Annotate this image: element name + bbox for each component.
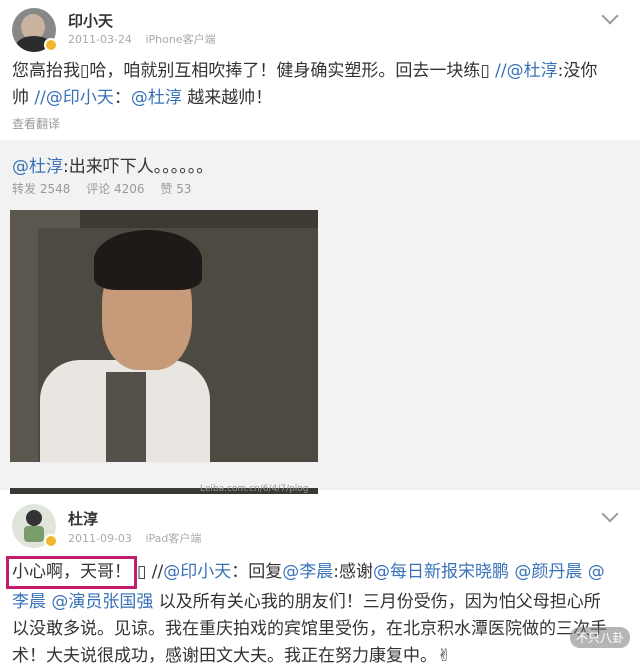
text-segment: :出来吓下人。。。。。。 [63, 157, 214, 177]
verified-badge-icon [44, 38, 58, 52]
post-client: iPhone客户端 [145, 33, 216, 46]
text-segment: ： [113, 88, 131, 108]
text-segment: 术！大夫说很成功，感谢田文大夫。我正在努力康复中。✌ [12, 646, 452, 666]
text-segment: 哈，咱就别互相吹捧了！健身确实塑形。回去一块练 [89, 61, 481, 81]
post-meta: 2011-09-03 iPad客户端 [68, 530, 211, 546]
repost-photo[interactable] [10, 210, 318, 462]
photo-watermark: Leiba.com.cn/6/4/7/plog [200, 484, 309, 494]
text-segment: // [146, 562, 164, 582]
text-segment: ：回复 [231, 562, 283, 582]
post-text: 小心啊，天哥！ ▯ //@印小天：回复@李晨:感谢@每日新报宋晓鹏 @颜丹晨 @ … [6, 556, 628, 666]
text-segment: 以没敢多说。见谅。我在重庆拍戏的宾馆里受伤，在北京积水潭医院做的三次手 [12, 619, 607, 639]
mention-link[interactable]: @演员张国强 [51, 592, 153, 612]
emoji-placeholder: ▯ [80, 61, 90, 81]
source-watermark: 不只八卦 [569, 627, 630, 648]
mention-link[interactable]: @每日新报宋晓鹏 [373, 562, 509, 582]
repost-stats: 转发 2548 评论 4206 赞 53 [12, 180, 203, 197]
text-segment: :没你 [557, 61, 598, 81]
post-date: 2011-03-24 [68, 33, 132, 46]
post-date: 2011-09-03 [68, 532, 132, 545]
photo-shirt [106, 372, 146, 462]
emoji-placeholder: ▯ [480, 61, 490, 81]
text-segment: 帅 [12, 88, 35, 108]
mention-link[interactable]: @杜淳 [12, 157, 63, 177]
post-meta: 2011-03-24 iPhone客户端 [68, 31, 226, 47]
chevron-down-icon[interactable] [601, 7, 619, 25]
verified-badge-icon [44, 534, 58, 548]
text-segment: 您高抬我 [12, 61, 80, 81]
mention-link[interactable]: //@杜淳 [495, 61, 557, 81]
photo-hair [94, 230, 202, 290]
post-client: iPad客户端 [145, 532, 202, 545]
repost-text: @杜淳:出来吓下人。。。。。。 [12, 152, 213, 177]
author-name[interactable]: 杜淳 [68, 508, 98, 529]
repost-card[interactable]: @杜淳:出来吓下人。。。。。。 转发 2548 评论 4206 赞 53 [0, 140, 640, 490]
mention-link[interactable]: @李晨 [282, 562, 333, 582]
comment-count[interactable]: 评论 4206 [86, 182, 144, 196]
mention-link[interactable]: @杜淳 [131, 88, 182, 108]
emoji-placeholder: ▯ [137, 562, 147, 582]
avatar-figure-body [24, 526, 44, 542]
like-count[interactable]: 赞 53 [160, 182, 191, 196]
text-segment: 越来越帅！ [181, 88, 273, 108]
post-2: 杜淳 2011-09-03 iPad客户端 小心啊，天哥！ ▯ //@印小天：回复… [0, 496, 640, 666]
mention-link[interactable]: 李晨 [12, 592, 46, 612]
author-name[interactable]: 印小天 [68, 10, 113, 31]
repost-count[interactable]: 转发 2548 [12, 182, 70, 196]
post-text: 您高抬我▯哈，咱就别互相吹捧了！健身确实塑形。回去一块练▯ //@杜淳:没你 帅… [12, 58, 628, 112]
translate-link[interactable]: 查看翻译 [12, 115, 60, 132]
mention-link[interactable]: @印小天 [163, 562, 231, 582]
text-segment: 以及所有关心我的朋友们！三月份受伤，因为怕父母担心所 [153, 592, 601, 612]
mention-link[interactable]: @ [588, 562, 605, 582]
mention-link[interactable]: @颜丹晨 [514, 562, 582, 582]
text-segment: :感谢 [333, 562, 373, 582]
chevron-down-icon[interactable] [601, 505, 619, 523]
post-1: 印小天 2011-03-24 iPhone客户端 您高抬我▯哈，咱就别互相吹捧了… [0, 0, 640, 490]
mention-link[interactable]: //@印小天 [34, 88, 113, 108]
highlight-box: 小心啊，天哥！ [6, 556, 137, 589]
avatar-figure-head [26, 510, 42, 526]
